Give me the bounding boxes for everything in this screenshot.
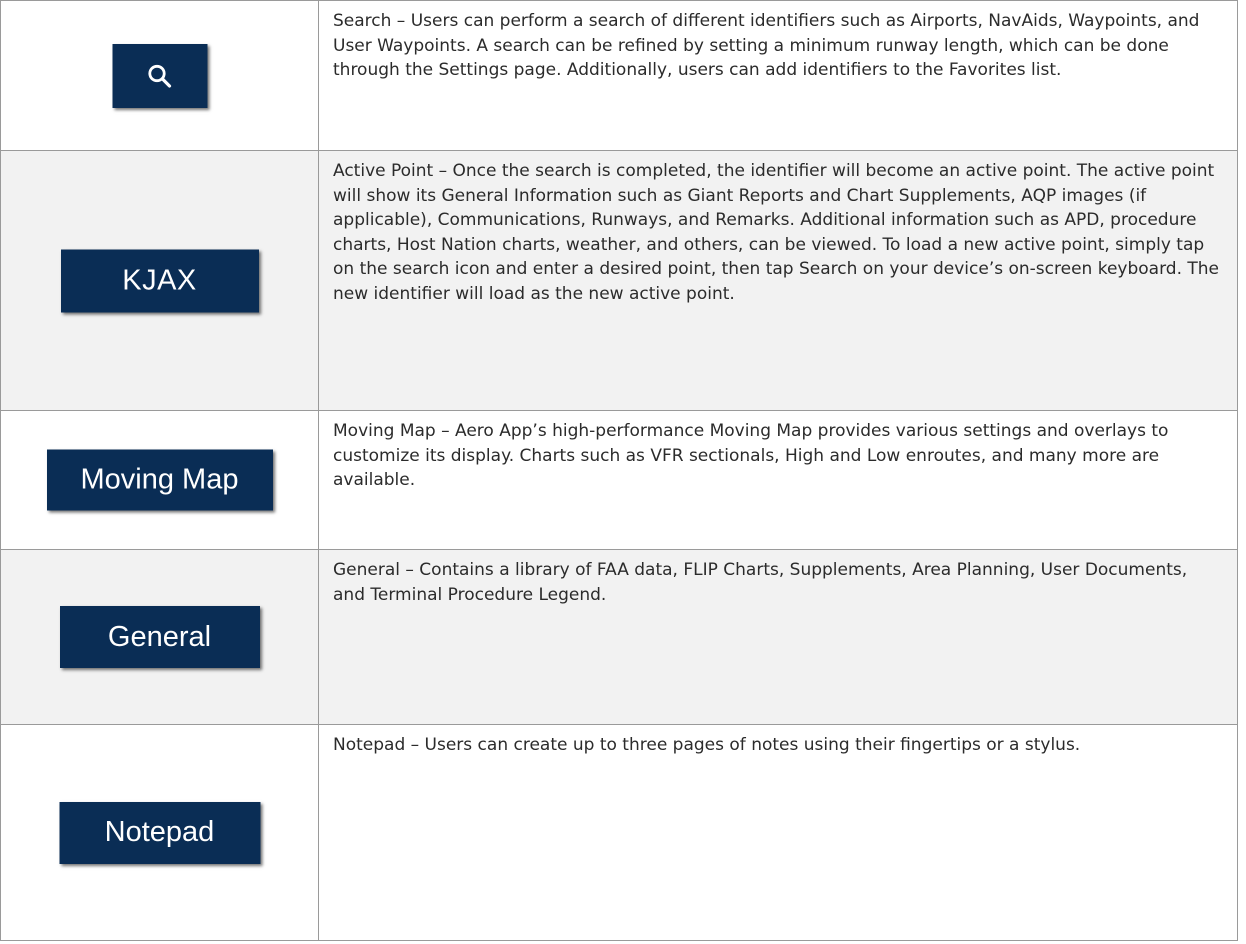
description-cell: Active Point – Once the search is comple… (318, 150, 1238, 411)
feature-table: Search – Users can perform a search of d… (0, 0, 1238, 941)
search-description: Search – Users can perform a search of d… (333, 11, 1200, 80)
moving-map-description: Moving Map – Aero App’s high-performance… (333, 421, 1169, 490)
moving-map-button-label: Moving Map (80, 463, 239, 496)
general-description: General – Contains a library of FAA data… (333, 560, 1188, 605)
notepad-button[interactable]: Notepad (59, 801, 260, 864)
notepad-description: Notepad – Users can create up to three p… (333, 735, 1081, 755)
active-point-button[interactable]: KJAX (60, 249, 259, 312)
search-button[interactable] (112, 43, 207, 108)
description-cell: General – Contains a library of FAA data… (318, 549, 1238, 725)
icon-cell (0, 0, 319, 151)
active-point-description: Active Point – Once the search is comple… (333, 161, 1220, 304)
notepad-button-label: Notepad (104, 816, 215, 848)
general-button[interactable]: General (59, 606, 260, 668)
active-point-button-label: KJAX (122, 264, 197, 296)
description-cell: Moving Map – Aero App’s high-performance… (318, 410, 1238, 550)
icon-cell: KJAX (0, 150, 319, 411)
description-cell: Search – Users can perform a search of d… (318, 0, 1238, 151)
table-row-search: Search – Users can perform a search of d… (0, 0, 1238, 151)
icon-cell: General (0, 549, 319, 725)
search-icon (148, 64, 172, 88)
icon-cell: Notepad (0, 724, 319, 941)
general-button-label: General (107, 620, 212, 653)
table-row-general: General General – Contains a library of … (0, 549, 1238, 725)
icon-cell: Moving Map (0, 410, 319, 550)
table-row-moving-map: Moving Map Moving Map – Aero App’s high-… (0, 410, 1238, 550)
description-cell: Notepad – Users can create up to three p… (318, 724, 1238, 941)
moving-map-button[interactable]: Moving Map (46, 449, 273, 511)
table-row-notepad: Notepad Notepad – Users can create up to… (0, 724, 1238, 941)
table-row-active-point: KJAX Active Point – Once the search is c… (0, 150, 1238, 411)
